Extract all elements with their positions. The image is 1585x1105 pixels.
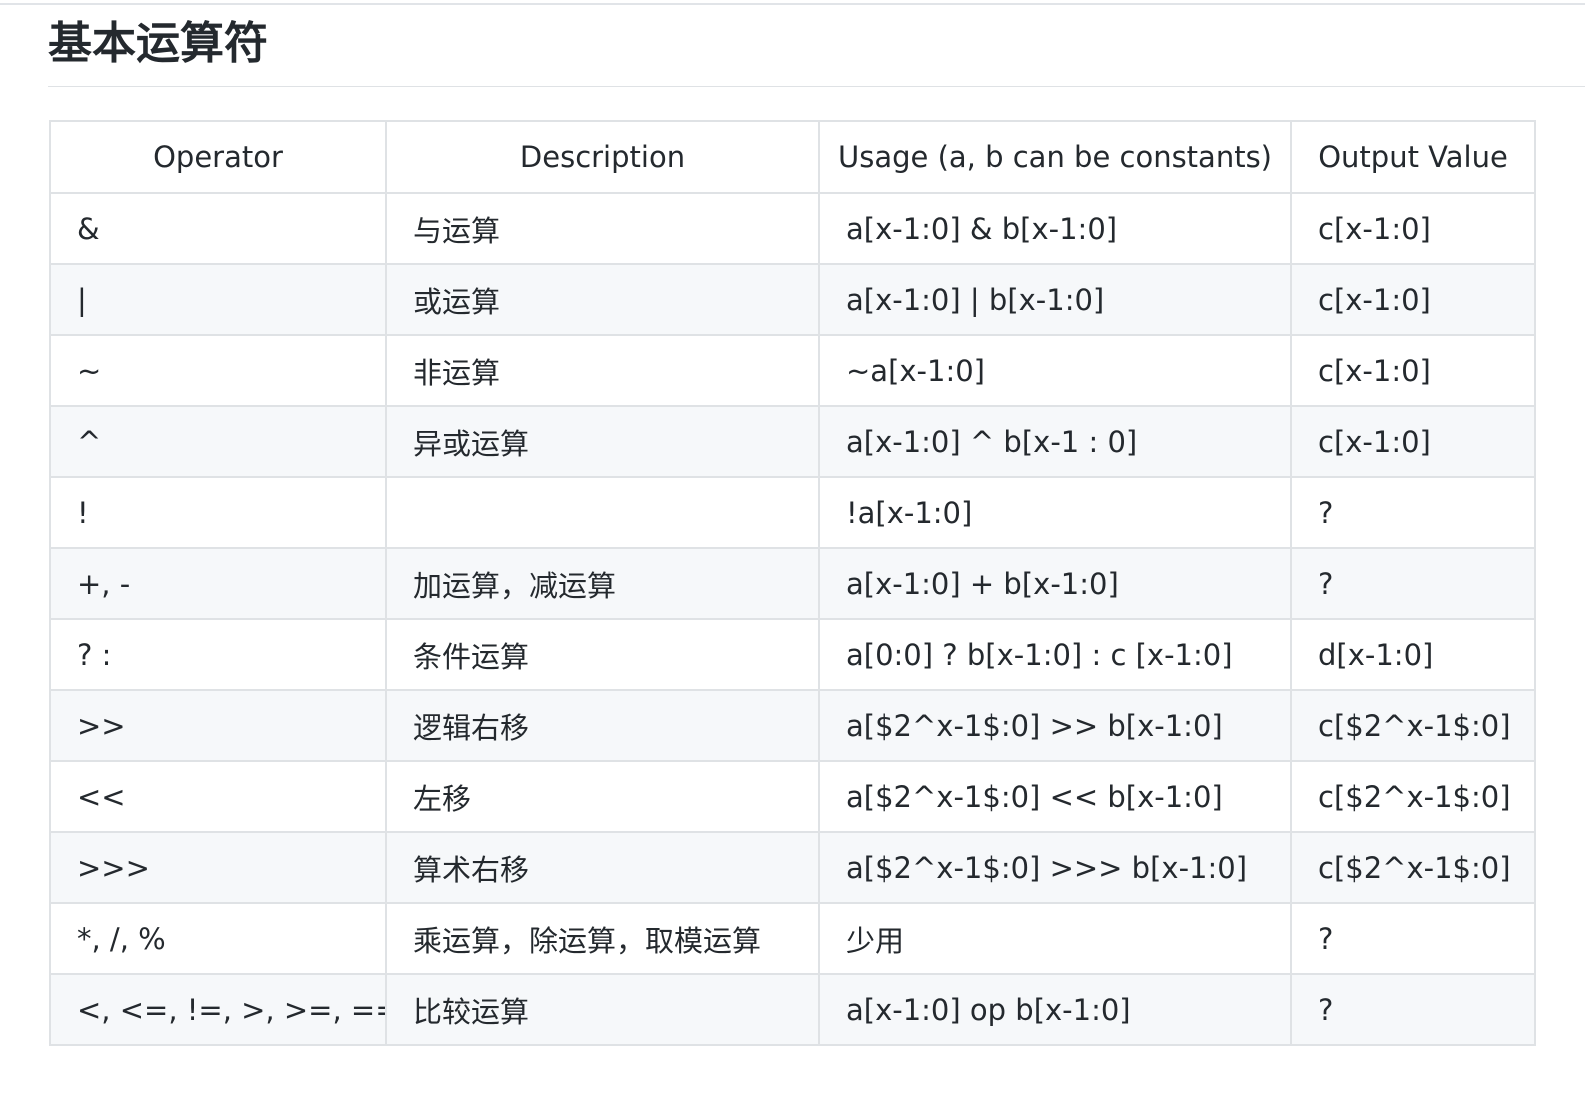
cell-usage: 少用 [818,902,1292,975]
title-underline [48,86,1585,87]
cell-output-value: c[$2^x-1$:0] [1290,831,1536,904]
cell-description [385,476,820,549]
table-row: ~ 非运算 ~a[x-1:0] c[x-1:0] [49,334,1536,407]
table-row: << 左移 a[$2^x-1$:0] << b[x-1:0] c[$2^x-1$:0] [49,760,1536,833]
cell-usage: a[0:0] ? b[x-1:0] : c [x-1:0] [818,618,1292,691]
cell-operator: >>> [49,831,387,904]
table-row: >>> 算术右移 a[$2^x-1$:0] >>> b[x-1:0] c[$2^x-1… [49,831,1536,904]
cell-operator: & [49,192,387,265]
cell-description: 乘运算，除运算，取模运算 [385,902,820,975]
cell-usage: a[x-1:0] + b[x-1:0] [818,547,1292,620]
table-row: *, /, % 乘运算，除运算，取模运算 少用? [49,902,1536,975]
cell-description: 条件运算 [385,618,820,691]
cell-output-value: ? [1290,476,1536,549]
cell-output-value: ? [1290,902,1536,975]
table-row: ? : 条件运算 a[0:0] ? b[x-1:0] : c [x-1:0] d[x-… [49,618,1536,691]
header-description: Description [385,120,820,194]
table-row: <, <=, !=, >, >=, == 比较运算 a[x-1:0] op b[x-… [49,973,1536,1046]
cell-description: 左移 [385,760,820,833]
cell-usage: a[$2^x-1$:0] >>> b[x-1:0] [818,831,1292,904]
cell-output-value: c[$2^x-1$:0] [1290,760,1536,833]
table-row: | 或运算 a[x-1:0] | b[x-1:0] c[x-1:0] [49,263,1536,336]
cell-operator: ~ [49,334,387,407]
cell-usage: !a[x-1:0] [818,476,1292,549]
page-title: 基本运算符 [48,18,268,69]
cell-description: 逻辑右移 [385,689,820,762]
table-row: ^ 异或运算 a[x-1:0] ^ b[x-1 : 0] c[x-1:0] [49,405,1536,478]
cell-output-value: c[x-1:0] [1290,192,1536,265]
table-row: >> 逻辑右移 a[$2^x-1$:0] >> b[x-1:0] c[$2^x-1$:… [49,689,1536,762]
cell-operator: << [49,760,387,833]
table-row: +, - 加运算，减运算 a[x-1:0] + b[x-1:0]? [49,547,1536,620]
cell-usage: a[$2^x-1$:0] << b[x-1:0] [818,760,1292,833]
cell-usage: a[x-1:0] & b[x-1:0] [818,192,1292,265]
table-row: ! !a[x-1:0]? [49,476,1536,549]
cell-operator: +, - [49,547,387,620]
cell-operator: ? : [49,618,387,691]
top-divider [0,3,1585,5]
cell-operator: >> [49,689,387,762]
cell-output-value: ? [1290,547,1536,620]
cell-output-value: c[x-1:0] [1290,263,1536,336]
cell-description: 比较运算 [385,973,820,1046]
cell-output-value: c[$2^x-1$:0] [1290,689,1536,762]
cell-operator: <, <=, !=, >, >=, == [49,973,387,1046]
header-operator: Operator [49,120,387,194]
header-usage: Usage (a, b can be constants) [818,120,1292,194]
cell-output-value: ? [1290,973,1536,1046]
cell-usage: a[$2^x-1$:0] >> b[x-1:0] [818,689,1292,762]
cell-output-value: c[x-1:0] [1290,334,1536,407]
header-output-value: Output Value [1290,120,1536,194]
cell-description: 或运算 [385,263,820,336]
cell-description: 加运算，减运算 [385,547,820,620]
table-header-row: Operator Description Usage (a, b can be … [49,120,1536,194]
cell-description: 算术右移 [385,831,820,904]
cell-operator: ! [49,476,387,549]
cell-operator: | [49,263,387,336]
cell-usage: ~a[x-1:0] [818,334,1292,407]
cell-usage: a[x-1:0] ^ b[x-1 : 0] [818,405,1292,478]
cell-output-value: c[x-1:0] [1290,405,1536,478]
cell-output-value: d[x-1:0] [1290,618,1536,691]
cell-usage: a[x-1:0] op b[x-1:0] [818,973,1292,1046]
cell-operator: ^ [49,405,387,478]
table-row: & 与运算 a[x-1:0] & b[x-1:0] c[x-1:0] [49,192,1536,265]
cell-operator: *, /, % [49,902,387,975]
cell-description: 非运算 [385,334,820,407]
operators-table: Operator Description Usage (a, b can be … [49,120,1536,1046]
cell-description: 与运算 [385,192,820,265]
cell-usage: a[x-1:0] | b[x-1:0] [818,263,1292,336]
cell-description: 异或运算 [385,405,820,478]
